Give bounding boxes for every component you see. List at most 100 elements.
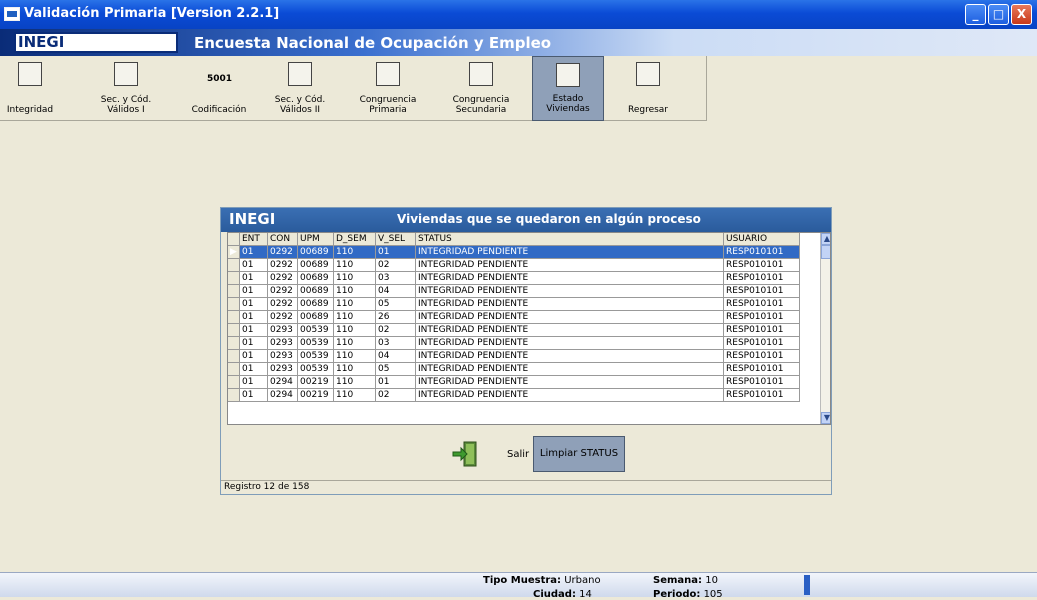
toolbar-button-3[interactable]: Sec. y Cód. Válidos II (262, 56, 338, 121)
table-cell: 03 (376, 337, 416, 350)
table-row[interactable]: 01 0292 00689 110 03 INTEGRIDAD PENDIENTE RESP… (228, 272, 818, 285)
table-cell: 01 (240, 350, 268, 363)
scroll-up-icon[interactable]: ▲ (821, 233, 830, 245)
table-row[interactable]: 01 0293 00539 110 02 INTEGRIDAD PENDIENTE RESP… (228, 324, 818, 337)
table-cell: INTEGRIDAD PENDIENTE (416, 285, 724, 298)
periodo-value: 105 (703, 589, 723, 600)
row-indicator[interactable] (228, 376, 240, 389)
table-cell: RESP010101 (724, 272, 800, 285)
integrity-icon (18, 62, 42, 86)
scroll-thumb[interactable] (821, 245, 830, 259)
table-cell: 04 (376, 350, 416, 363)
row-indicator[interactable] (228, 350, 240, 363)
table-cell: INTEGRIDAD PENDIENTE (416, 272, 724, 285)
row-indicator[interactable] (228, 324, 240, 337)
table-cell: 02 (376, 324, 416, 337)
table-cell: 01 (376, 376, 416, 389)
table-cell: INTEGRIDAD PENDIENTE (416, 350, 724, 363)
table-cell: 110 (334, 350, 376, 363)
table-cell: 01 (240, 298, 268, 311)
row-indicator[interactable] (228, 337, 240, 350)
row-indicator[interactable] (228, 272, 240, 285)
table-cell: INTEGRIDAD PENDIENTE (416, 311, 724, 324)
button-area: Salir Limpiar STATUS (227, 434, 831, 476)
row-indicator[interactable] (228, 298, 240, 311)
toolbar-button-6[interactable]: Estado Viviendas (532, 56, 604, 121)
toolbar-label: Codificación (191, 105, 247, 115)
row-indicator[interactable] (228, 389, 240, 402)
column-header: CON (268, 233, 298, 246)
code-5001-icon: 5001 (207, 62, 233, 86)
table-cell: 00539 (298, 324, 334, 337)
document-stack-icon (556, 63, 580, 87)
return-icon (636, 62, 660, 86)
table-cell: 110 (334, 363, 376, 376)
table-cell: 02 (376, 389, 416, 402)
panel-header: INEGI Viviendas que se quedaron en algún… (221, 208, 831, 232)
table-row[interactable]: 01 0292 00689 110 02 INTEGRIDAD PENDIENTE RESP… (228, 259, 818, 272)
table-row[interactable]: 01 0292 00689 110 26 INTEGRIDAD PENDIENTE RESP… (228, 311, 818, 324)
table-cell: 00689 (298, 311, 334, 324)
column-header: UPM (298, 233, 334, 246)
table-cell: INTEGRIDAD PENDIENTE (416, 246, 724, 259)
tipo-muestra-label: Tipo Muestra: (483, 575, 562, 586)
table-cell: RESP010101 (724, 246, 800, 259)
row-indicator[interactable] (228, 285, 240, 298)
table-row[interactable]: ▶ 01 0292 00689 110 01 INTEGRIDAD PENDIENTE RES… (228, 246, 818, 259)
toolbar: Integridad Sec. y Cód. Válidos I 5001 Codif… (0, 56, 707, 121)
exit-label[interactable]: Salir (507, 449, 529, 460)
row-indicator[interactable] (228, 311, 240, 324)
toolbar-button-7[interactable]: Regresar (620, 56, 676, 121)
table-row[interactable]: 01 0294 00219 110 02 INTEGRIDAD PENDIENTE RESP… (228, 389, 818, 402)
clear-status-button[interactable]: Limpiar STATUS (533, 436, 625, 472)
row-indicator[interactable] (228, 259, 240, 272)
row-indicator[interactable] (228, 363, 240, 376)
table-cell: INTEGRIDAD PENDIENTE (416, 376, 724, 389)
table-cell: 0292 (268, 285, 298, 298)
data-grid[interactable]: ▲ ▼ ENT CON UPM D_SEM V_SEL STATUS USUARIO ▶ 01 0… (227, 232, 831, 425)
toolbar-button-1[interactable]: Sec. y Cód. Válidos I (88, 56, 164, 121)
toolbar-button-2[interactable]: 5001 Codificación (180, 56, 258, 121)
table-cell: 110 (334, 376, 376, 389)
row-indicator[interactable] (228, 233, 240, 246)
ciudad-label: Ciudad: (533, 589, 576, 600)
table-cell: 01 (240, 389, 268, 402)
table-row[interactable]: 01 0294 00219 110 01 INTEGRIDAD PENDIENTE RESP… (228, 376, 818, 389)
status-marker (804, 575, 810, 595)
table-cell: 00689 (298, 285, 334, 298)
table-cell: 110 (334, 389, 376, 402)
vertical-scrollbar[interactable]: ▲ ▼ (820, 233, 830, 424)
close-button[interactable]: X (1011, 4, 1032, 25)
toolbar-button-0[interactable]: Integridad (0, 56, 60, 121)
table-cell: 110 (334, 272, 376, 285)
title-bar[interactable]: Validación Primaria [Version 2.2.1] _ □ … (0, 0, 1037, 29)
table-cell: 110 (334, 259, 376, 272)
table-cell: 01 (376, 246, 416, 259)
survey-title: Encuesta Nacional de Ocupación y Empleo (194, 34, 552, 52)
toolbar-button-4[interactable]: Congruencia Primaria (350, 56, 426, 121)
column-header: V_SEL (376, 233, 416, 246)
table-cell: 110 (334, 311, 376, 324)
periodo: Periodo: 105 (653, 589, 723, 600)
minimize-button[interactable]: _ (965, 4, 986, 25)
exit-door-icon[interactable] (451, 440, 479, 468)
row-pointer-icon[interactable]: ▶ (228, 246, 240, 259)
table-cell: 0294 (268, 376, 298, 389)
table-cell: 03 (376, 272, 416, 285)
maximize-button[interactable]: □ (988, 4, 1009, 25)
code-5001-text: 5001 (207, 74, 233, 84)
table-cell: 04 (376, 285, 416, 298)
record-status: Registro 12 de 158 (221, 480, 831, 494)
table-row[interactable]: 01 0292 00689 110 05 INTEGRIDAD PENDIENTE RESP… (228, 298, 818, 311)
table-row[interactable]: 01 0293 00539 110 03 INTEGRIDAD PENDIENTE RESP… (228, 337, 818, 350)
toolbar-button-5[interactable]: Congruencia Secundaria (440, 56, 522, 121)
table-cell: 0294 (268, 389, 298, 402)
table-cell: 00219 (298, 389, 334, 402)
table-row[interactable]: 01 0293 00539 110 05 INTEGRIDAD PENDIENTE RESP… (228, 363, 818, 376)
scroll-down-icon[interactable]: ▼ (821, 412, 830, 424)
table-cell: 110 (334, 324, 376, 337)
table-row[interactable]: 01 0293 00539 110 04 INTEGRIDAD PENDIENTE RESP… (228, 350, 818, 363)
table-cell: RESP010101 (724, 389, 800, 402)
table-row[interactable]: 01 0292 00689 110 04 INTEGRIDAD PENDIENTE RESP… (228, 285, 818, 298)
table-cell: 00689 (298, 298, 334, 311)
